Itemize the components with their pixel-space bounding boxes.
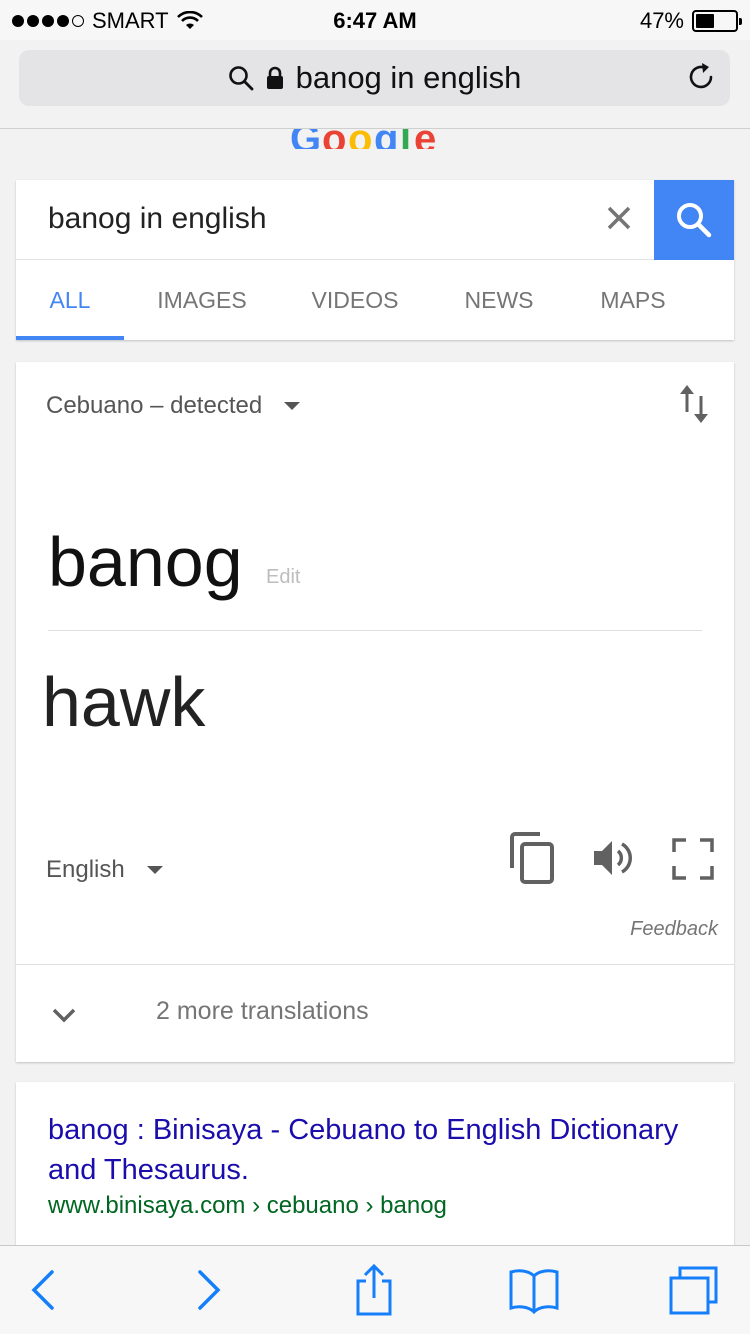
search-button[interactable] [654,180,734,260]
result-title-link[interactable]: banog : Binisaya - Cebuano to English Di… [48,1110,708,1190]
reload-icon[interactable] [686,62,716,92]
source-text[interactable]: banog [48,522,243,602]
tab-all[interactable]: ALL [16,260,124,340]
forward-icon[interactable] [180,1264,232,1316]
tab-images[interactable]: IMAGES [134,260,270,340]
translate-card: Cebuano – detected banog Edit hawk Engli… [16,362,734,1062]
speaker-icon[interactable] [592,838,636,878]
address-bar[interactable]: banog in english [19,50,730,106]
search-input[interactable]: banog in english [48,202,267,236]
divider [48,630,702,631]
active-tab-indicator [16,336,124,340]
clear-icon[interactable] [601,200,637,236]
browser-toolbar [0,1245,750,1334]
target-language-select[interactable]: English [46,856,163,884]
source-language-label: Cebuano – detected [46,392,263,419]
swap-languages-icon[interactable] [676,382,712,426]
status-time: 6:47 AM [333,8,417,33]
edit-link[interactable]: Edit [266,566,300,589]
search-icon [677,203,712,238]
tab-videos[interactable]: VIDEOS [288,260,422,340]
address-text: banog in english [295,60,522,95]
caret-down-icon [284,402,301,410]
search-result: banog : Binisaya - Cebuano to English Di… [16,1082,734,1252]
feedback-link[interactable]: Feedback [630,918,718,941]
more-translations-toggle[interactable]: 2 more translations [16,964,734,1062]
translated-text: hawk [42,663,206,741]
google-logo[interactable]: G o o g l e [0,129,750,149]
tabs-icon[interactable] [668,1264,720,1316]
result-url: www.binisaya.com › cebuano › banog [48,1192,447,1219]
battery-level [696,14,714,28]
search-card: banog in english ALL IMAGES VIDEOS NEWS … [16,180,734,340]
battery-info: 47% [639,8,742,34]
tab-maps[interactable]: MAPS [584,260,682,340]
lock-icon [266,66,283,89]
fullscreen-icon[interactable] [672,838,714,880]
share-icon[interactable] [348,1264,400,1316]
target-language-label: English [46,856,125,883]
more-translations-label: 2 more translations [156,997,369,1025]
search-row: banog in english [16,180,734,260]
battery-icon [692,10,742,32]
source-language-select[interactable]: Cebuano – detected [46,392,301,420]
copy-icon[interactable] [510,832,556,884]
bookmarks-icon[interactable] [508,1264,560,1316]
search-tabs: ALL IMAGES VIDEOS NEWS MAPS [16,260,734,340]
caret-down-icon [146,866,163,874]
search-icon [228,66,253,91]
tab-news[interactable]: NEWS [444,260,554,340]
status-bar: SMART 6:47 AM 47% [0,0,750,40]
chevron-down-icon [52,1008,76,1023]
back-icon[interactable] [20,1264,72,1316]
battery-percent: 47% [639,8,684,33]
